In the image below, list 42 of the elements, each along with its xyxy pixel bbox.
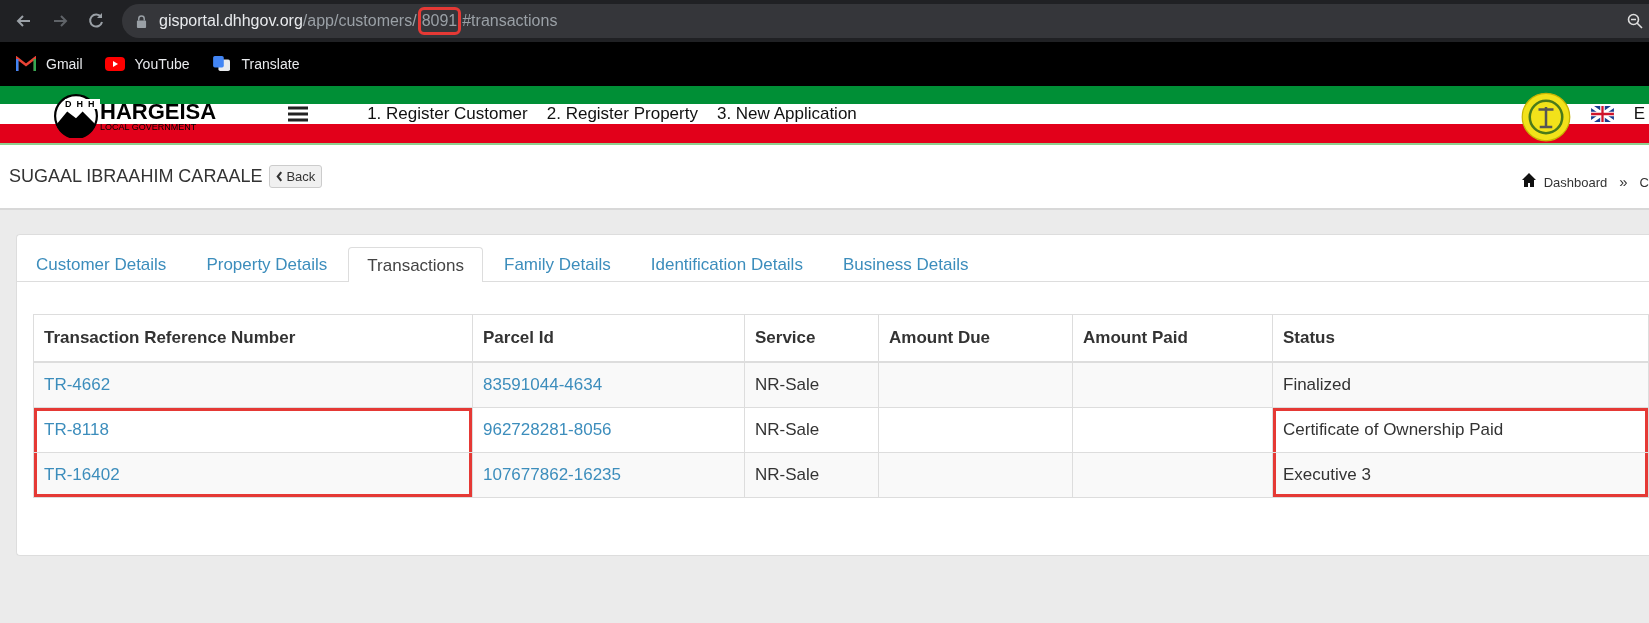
table-cell: NR-Sale (755, 375, 820, 394)
nav-link[interactable]: 3. New Application (716, 104, 857, 124)
breadcrumb-separator: » (1619, 173, 1628, 190)
table-cell: Finalized (1283, 375, 1352, 394)
parcel-link[interactable]: 83591044-4634 (483, 375, 603, 394)
play-icon (104, 56, 125, 72)
lock-icon (136, 14, 147, 28)
zoom-out-icon[interactable] (1627, 13, 1643, 29)
language-label[interactable]: E (1633, 104, 1645, 124)
bookmark-link[interactable]: Translate (211, 56, 300, 72)
parcel-link[interactable]: 962728281-8056 (483, 420, 612, 439)
tab[interactable]: Transactions (348, 247, 483, 282)
tab[interactable]: Identification Details (631, 247, 822, 281)
customer-name: SUGAAL IBRAAHIM CARAALE (9, 166, 263, 187)
tab[interactable]: Property Details (187, 247, 347, 281)
nav-link[interactable]: 1. Register Customer (367, 104, 528, 124)
breadcrumb-link[interactable]: Dashboard (1543, 175, 1608, 190)
tab[interactable]: Business Details (823, 247, 988, 281)
envelope-m-icon (16, 56, 36, 72)
table-cell: NR-Sale (755, 465, 820, 484)
menu-icon[interactable] (288, 106, 309, 122)
bookmark-link[interactable]: Gmail (16, 56, 83, 72)
logo-letters: DHH (65, 99, 100, 109)
logo-subtitle: LOCAL GOVERNMENT (100, 122, 198, 132)
table-cell: Certificate of Ownership Paid (1283, 420, 1504, 439)
translate-icon (211, 56, 232, 72)
tab[interactable]: Customer Details (17, 247, 186, 281)
nav-link[interactable]: 2. Register Property (546, 104, 698, 124)
back-button[interactable]: Back (269, 165, 323, 188)
bookmark-link[interactable]: YouTube (104, 56, 190, 72)
transaction-link[interactable]: TR-4662 (44, 375, 111, 394)
table-cell: NR-Sale (755, 420, 820, 439)
address-bar[interactable]: gisportal.dhhgov.org/app/customers/ 8091 #transactions (122, 4, 1649, 38)
table-cell: Executive 3 (1283, 465, 1371, 484)
tab[interactable]: Family Details (485, 247, 630, 281)
transaction-link[interactable]: TR-8118 (44, 420, 109, 439)
chevron-left-icon (276, 171, 284, 182)
logo-title: HARGEISA (100, 102, 217, 122)
home-icon (1521, 173, 1536, 187)
breadcrumb-link[interactable]: C (1639, 175, 1649, 190)
reload-icon[interactable] (86, 11, 106, 31)
flag-icon[interactable] (1590, 106, 1614, 122)
